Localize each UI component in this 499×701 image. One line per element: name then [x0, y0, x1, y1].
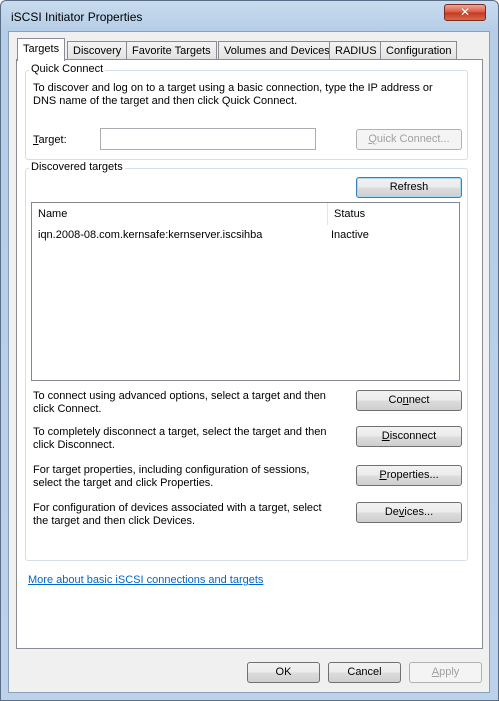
- tab-volumes-and-devices[interactable]: Volumes and Devices: [218, 41, 336, 59]
- tab-favorite-targets[interactable]: Favorite Targets: [126, 41, 217, 59]
- tab-discovery[interactable]: Discovery: [67, 41, 128, 59]
- target-label-text: arget:: [38, 134, 67, 146]
- connect-description: To connect using advanced options, selec…: [33, 390, 326, 415]
- close-icon: ✕: [459, 5, 471, 19]
- tab-targets[interactable]: Targets: [17, 38, 66, 61]
- tab-configuration[interactable]: Configuration: [380, 41, 458, 59]
- disconnect-description: To completely disconnect a target, selec…: [33, 426, 327, 451]
- disconnect-button[interactable]: Disconnect: [356, 426, 462, 447]
- quick-connect-description: To discover and log on to a target using…: [33, 82, 433, 107]
- refresh-button[interactable]: Refresh: [356, 177, 462, 198]
- targets-list[interactable]: Name Status iqn.2008-08.com.kernsafe:ker…: [31, 202, 460, 381]
- close-button[interactable]: ✕: [444, 4, 486, 21]
- window-title: iSCSI Initiator Properties: [11, 10, 143, 24]
- cancel-button[interactable]: Cancel: [328, 662, 401, 683]
- devices-button[interactable]: Devices...: [356, 502, 462, 523]
- target-status-cell: Inactive: [331, 229, 369, 241]
- target-label: Target:: [33, 134, 67, 146]
- column-header-name[interactable]: Name: [32, 203, 328, 225]
- ok-button[interactable]: OK: [247, 662, 320, 683]
- title-bar[interactable]: iSCSI Initiator Properties ✕: [1, 1, 498, 31]
- connect-button[interactable]: Connect: [356, 390, 462, 411]
- table-row[interactable]: iqn.2008-08.com.kernsafe:kernserver.iscs…: [32, 225, 459, 243]
- quick-connect-group-label: Quick Connect: [29, 63, 106, 75]
- discovered-targets-group-label: Discovered targets: [29, 161, 125, 173]
- apply-button[interactable]: Apply: [409, 662, 482, 683]
- target-name-cell: iqn.2008-08.com.kernsafe:kernserver.iscs…: [38, 229, 263, 241]
- help-link[interactable]: More about basic iSCSI connections and t…: [28, 574, 263, 586]
- properties-description: For target properties, including configu…: [33, 464, 310, 489]
- target-input[interactable]: [100, 128, 316, 150]
- tab-radius[interactable]: RADIUS: [329, 41, 383, 59]
- properties-button[interactable]: Properties...: [356, 465, 462, 486]
- column-header-status[interactable]: Status: [328, 203, 459, 225]
- devices-description: For configuration of devices associated …: [33, 502, 322, 527]
- quick-connect-button[interactable]: Quick Connect...: [356, 129, 462, 150]
